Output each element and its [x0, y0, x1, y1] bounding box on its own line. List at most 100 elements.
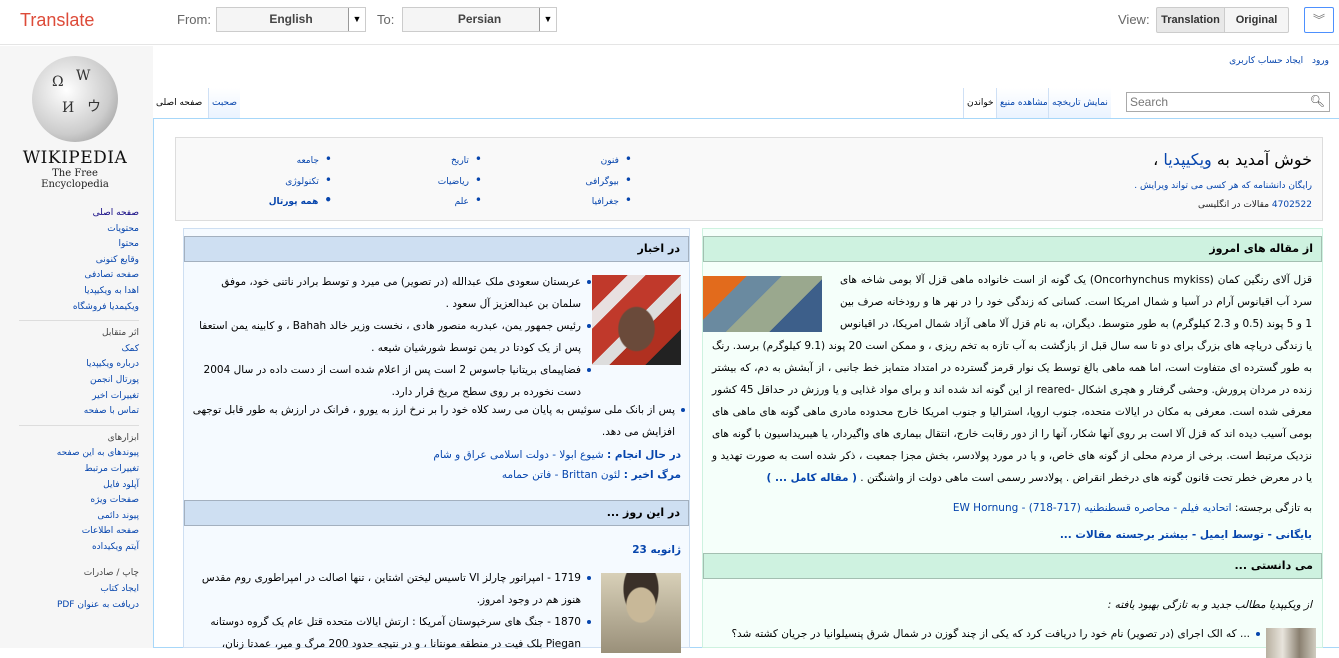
tab-view-history[interactable]: نمایش تاریخچه: [1048, 88, 1111, 118]
portal-link[interactable]: جغرافیا: [585, 193, 632, 214]
king-abdullah-image[interactable]: [592, 275, 681, 365]
portal-link[interactable]: جامعه: [269, 152, 332, 173]
puzzle-globe-icon: ΩWИウ: [32, 56, 118, 142]
recent-deaths-label[interactable]: مرگ اخیر :: [624, 469, 681, 481]
chevron-down-icon: ▼: [348, 8, 365, 31]
onthisday-heading: در این روز ...: [184, 500, 689, 526]
elk-image[interactable]: [1266, 628, 1316, 658]
recent-deaths-links[interactable]: لئون Brittan - فاتن حمامه: [502, 469, 621, 481]
recently-featured-label: به تازگی برجسته:: [1234, 502, 1312, 514]
portal-column: تاریخریاضیاتعلم: [438, 152, 482, 214]
dyk-heading: می دانستی ...: [703, 553, 1322, 579]
translate-toolbar: Translate From: English ▼ To: Persian ▼ Vi…: [0, 0, 1339, 45]
featured-archive-links[interactable]: بایگانی - توسط ایمیل - بیشتر برجسته مقال…: [1060, 529, 1312, 541]
tab-talk[interactable]: صحبت: [208, 88, 241, 118]
sidebar-item[interactable]: صفحه اطلاعات: [0, 524, 139, 540]
portal-column: فنونبیوگرافیجغرافیا: [585, 152, 632, 214]
sidebar-item[interactable]: تغییرات مرتبط: [0, 462, 139, 478]
sidebar-item[interactable]: آپلود فایل: [0, 478, 139, 494]
sidebar-item[interactable]: درباره ویکیپدیا: [0, 357, 139, 373]
ongoing-label[interactable]: در حال انجام :: [607, 449, 681, 461]
chevron-down-icon: ▼: [539, 8, 556, 31]
dyk-intro: از ویکیپدیا مطالب جدید و به تازگی بهبود …: [1107, 599, 1312, 611]
double-chevron-down-icon: ︾: [1312, 13, 1325, 27]
view-label: View:: [1118, 12, 1150, 27]
ongoing-events: در حال انجام : شیوع ابولا - دولت اسلامی …: [191, 444, 681, 466]
onthisday-list: 1719 - امپراتور چارلز VI تاسیس لیختن اشت…: [191, 567, 591, 655]
view-translation-button[interactable]: Translation: [1156, 7, 1225, 33]
portal-link[interactable]: همه پورتال: [269, 193, 332, 214]
sidebar-item[interactable]: محتویات: [0, 222, 139, 238]
historical-portrait-image[interactable]: [601, 573, 681, 653]
sidebar-item[interactable]: دریافت به عنوان PDF: [0, 598, 139, 614]
sidebar-item[interactable]: پیوند دائمی: [0, 509, 139, 525]
to-language-select[interactable]: Persian ▼: [402, 7, 557, 32]
news-heading: در اخبار: [184, 236, 689, 262]
logo-wordmark: WIKIPEDIA: [22, 148, 128, 168]
news-column: در اخبار عربستان سعودی ملک عبدالله (در ت…: [183, 228, 690, 653]
view-original-button[interactable]: Original: [1224, 7, 1289, 33]
dyk-item: ... که الک اجرای (در تصویر) نام خود را د…: [710, 623, 1260, 645]
portal-link[interactable]: فنون: [585, 152, 632, 173]
tab-read[interactable]: خواندن: [963, 88, 997, 118]
recently-featured: به تازگی برجسته: اتحادیه فیلم - محاصره ق…: [712, 497, 1312, 519]
sidebar-item[interactable]: پیوندهای به این صفحه: [0, 446, 139, 462]
sidebar-item[interactable]: تغییرات اخیر: [0, 389, 139, 405]
portal-link[interactable]: بیوگرافی: [585, 173, 632, 194]
wikipedia-logo[interactable]: ΩWИウ WIKIPEDIA The Free Encyclopedia: [20, 56, 130, 190]
featured-heading: از مقاله های امروز: [703, 236, 1322, 262]
portal-link[interactable]: تکنولوژی: [269, 173, 332, 194]
featured-column: از مقاله های امروز قزل آلای رنگین کمان (…: [702, 228, 1323, 658]
welcome-subtitle[interactable]: رایگان دانشنامه که هر کسی می تواند ویرای…: [1134, 181, 1312, 191]
search-icon[interactable]: 🔍︎: [1310, 94, 1325, 108]
sidebar-item[interactable]: کمک: [0, 342, 139, 358]
sidebar-item[interactable]: صفحه تصادفی: [0, 268, 139, 284]
welcome-title-end: ،: [1153, 150, 1164, 169]
article-count-link[interactable]: 4702522: [1272, 200, 1312, 210]
from-language-select[interactable]: English ▼: [216, 7, 366, 32]
welcome-title: خوش آمدید به ویکیپدیا ،: [1153, 150, 1312, 169]
sidebar-item[interactable]: محتوا: [0, 237, 140, 253]
recent-deaths: مرگ اخیر : لئون Brittan - فاتن حمامه: [191, 464, 681, 486]
sidebar-item[interactable]: ایجاد کتاب: [0, 582, 139, 598]
news-list: عربستان سعودی ملک عبدالله (در تصویر) می …: [191, 271, 591, 403]
featured-archive: بایگانی - توسط ایمیل - بیشتر برجسته مقال…: [712, 524, 1312, 546]
news-item: پس از بانک ملی سوئیس به پایان می رسد کلا…: [191, 399, 685, 443]
collapse-toolbar-button[interactable]: ︾: [1304, 7, 1334, 33]
sidebar-heading: ابزارهای: [107, 432, 139, 443]
portal-link[interactable]: علم: [438, 193, 482, 214]
translate-brand[interactable]: Translate: [20, 10, 94, 31]
sidebar-item[interactable]: وقایع کنونی: [0, 253, 139, 269]
full-article-link[interactable]: ( مقاله کامل ... ): [767, 472, 857, 484]
sidebar-item[interactable]: اهدا به ویکیپدیا: [0, 284, 139, 300]
ongoing-links[interactable]: شیوع ابولا - دولت اسلامی عراق و شام: [433, 449, 603, 461]
news-item: رئیس جمهور یمن، عبدربه منصور هادی ، نخست…: [191, 315, 591, 359]
login-link[interactable]: ورود: [1312, 56, 1329, 66]
portal-link[interactable]: تاریخ: [438, 152, 482, 173]
welcome-title-text: خوش آمدید به: [1211, 150, 1312, 169]
sidebar-item[interactable]: صفحه اصلی: [0, 206, 139, 222]
search-input[interactable]: Search 🔍︎: [1126, 92, 1330, 112]
personal-links: ورود ایجاد حساب کاربری: [1223, 56, 1329, 66]
create-account-link[interactable]: ایجاد حساب کاربری: [1229, 56, 1303, 66]
sidebar-heading: چاپ / صادرات: [83, 568, 139, 579]
recently-featured-links[interactable]: اتحادیه فیلم - محاصره قسطنطنیه (717-718)…: [953, 502, 1232, 514]
sidebar-item[interactable]: پورتال انجمن: [0, 373, 139, 389]
to-language-value: Persian: [457, 12, 502, 26]
sidebar-item[interactable]: تماس با صفحه: [0, 404, 139, 420]
article-count: 4702522 مقالات در انگلیسی: [1198, 200, 1312, 210]
onthisday-item: 1870 - جنگ های سرخپوستان آمریکا : ارتش ا…: [191, 611, 591, 655]
onthisday-date[interactable]: ژانویه 23: [632, 539, 681, 561]
tab-main-page[interactable]: صفحه اصلی: [153, 88, 206, 118]
portal-link[interactable]: ریاضیات: [438, 173, 482, 194]
search-placeholder: Search: [1130, 95, 1169, 109]
sidebar-item[interactable]: صفحات ویژه: [0, 493, 139, 509]
sidebar-item[interactable]: آیتم ویکیداده: [0, 540, 139, 556]
from-label: From:: [177, 12, 211, 27]
news-list-continued: پس از بانک ملی سوئیس به پایان می رسد کلا…: [191, 399, 685, 443]
sidebar-item[interactable]: ویکیمدیا فروشگاه: [0, 300, 139, 316]
wikipedia-link[interactable]: ویکیپدیا: [1163, 150, 1211, 169]
article-count-suffix: مقالات در انگلیسی: [1198, 200, 1272, 210]
tab-view-source[interactable]: مشاهده منبع: [996, 88, 1051, 118]
welcome-box: خوش آمدید به ویکیپدیا ، رایگان دانشنامه …: [175, 137, 1323, 221]
